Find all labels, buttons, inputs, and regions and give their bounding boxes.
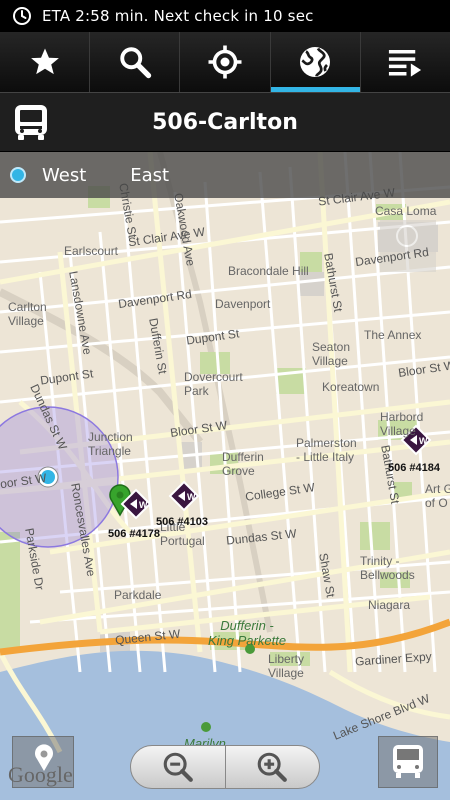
park-label: Dufferin - King Parkette: [208, 618, 287, 648]
place-label: Carlton Village: [8, 300, 47, 328]
place-label: Trinity - Bellwoods: [360, 554, 415, 582]
place-label: Seaton Village: [312, 340, 351, 368]
tab-locate[interactable]: [180, 32, 271, 92]
place-label: Dovercourt Park: [184, 370, 243, 398]
zoom-out-icon: [163, 752, 193, 782]
search-icon: [120, 47, 151, 79]
status-bar: ETA 2:58 min. Next check in 10 sec: [0, 0, 450, 32]
crosshair-icon: [208, 45, 242, 79]
route-title: 506-Carlton: [152, 109, 298, 135]
star-icon: [30, 48, 59, 75]
vehicle-label[interactable]: 506 #4178: [108, 528, 160, 540]
clock-icon: [13, 7, 31, 25]
tab-list[interactable]: [361, 32, 450, 92]
tab-search[interactable]: [90, 32, 181, 92]
vehicle-label[interactable]: 506 #4184: [388, 462, 440, 474]
bus-icon[interactable]: [10, 101, 52, 143]
vehicle-label[interactable]: 506 #4103: [156, 516, 208, 528]
place-label: Art G of O: [425, 482, 450, 510]
zoom-control: [130, 745, 320, 789]
place-label: Davenport: [215, 297, 271, 311]
tab-favorites[interactable]: [0, 32, 91, 92]
zoom-in-button[interactable]: [226, 746, 320, 788]
route-header: 506-Carlton: [0, 92, 450, 152]
place-label: Junction Triangle: [88, 430, 133, 458]
place-label: Niagara: [368, 598, 411, 612]
bus-icon: [393, 745, 423, 778]
place-label: Casa Loma: [375, 204, 437, 218]
google-attribution: Google: [8, 762, 73, 787]
direction-indicator-icon: [10, 167, 26, 183]
svg-text:W: W: [187, 492, 196, 502]
list-icon: [389, 50, 422, 77]
place-label: Liberty Village: [268, 652, 305, 680]
direction-west[interactable]: West: [42, 165, 86, 186]
place-label: Parkdale: [114, 588, 162, 602]
tab-map[interactable]: [270, 32, 361, 92]
svg-text:W: W: [139, 500, 148, 510]
place-label: Koreatown: [322, 380, 380, 394]
place-label: Bracondale Hill: [228, 264, 309, 278]
place-label: Dufferin Grove: [222, 450, 264, 478]
direction-east[interactable]: East: [130, 165, 169, 186]
place-label: Earlscourt: [64, 244, 119, 258]
zoom-in-icon: [257, 752, 288, 782]
tab-bar: [0, 32, 450, 92]
vehicles-button[interactable]: [378, 736, 438, 788]
map-view[interactable]: W W W St Clair Ave W St Clair Ave W Dave…: [0, 152, 450, 800]
place-label: The Annex: [364, 328, 422, 342]
direction-selector: West East: [0, 152, 450, 198]
place-label: Palmerston - Little Italy: [296, 436, 357, 464]
eta-status-text: ETA 2:58 min. Next check in 10 sec: [42, 7, 314, 25]
globe-icon: [300, 47, 331, 77]
zoom-out-button[interactable]: [131, 746, 225, 788]
place-label: Harbord Village: [380, 410, 424, 438]
